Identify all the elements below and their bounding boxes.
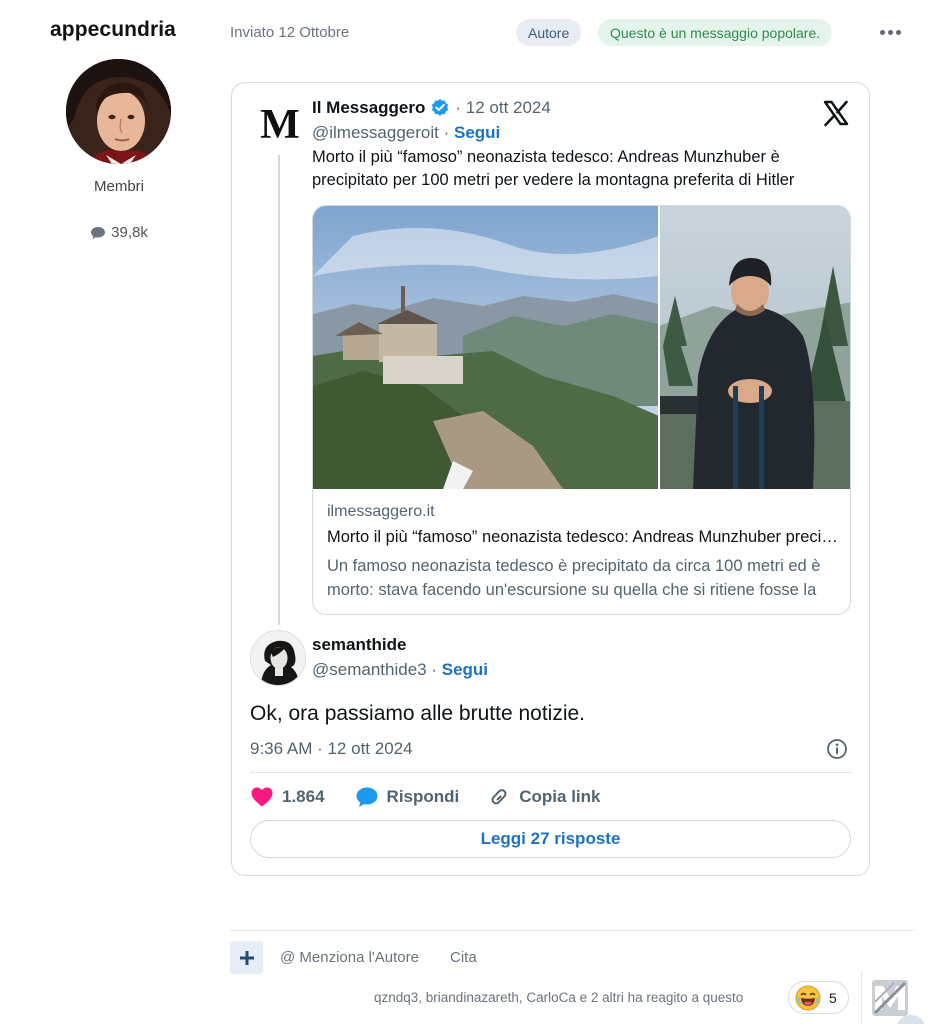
- scroll-top-button[interactable]: [896, 1015, 926, 1024]
- reply-handle-row: @semanthide3 · Segui: [312, 660, 488, 680]
- reply-timestamp[interactable]: 9:36 AM · 12 ott 2024: [250, 739, 413, 759]
- reply-follow-button[interactable]: Segui: [442, 660, 488, 679]
- info-icon[interactable]: [826, 738, 848, 760]
- reply-handle[interactable]: @semanthide3 ·: [312, 660, 437, 679]
- tweet-actions: 1.864 Rispondi Copia link: [250, 783, 629, 811]
- like-button[interactable]: 1.864: [250, 786, 325, 808]
- article-image[interactable]: [313, 206, 851, 489]
- copy-link-label: Copia link: [519, 787, 601, 806]
- tweet-handle-row: @ilmessaggeroit · Segui: [312, 123, 500, 143]
- read-replies-button[interactable]: Leggi 27 risposte: [250, 820, 851, 858]
- author-avatar[interactable]: [66, 59, 171, 164]
- member-group-label: Membri: [93, 178, 144, 195]
- popular-badge: Questo è un messaggio popolare.: [598, 19, 833, 46]
- messaggero-logo[interactable]: M: [260, 103, 300, 147]
- author-badge: Autore: [516, 19, 582, 46]
- tweet-header: Il Messaggero · 12 ott 2024: [312, 98, 551, 118]
- link-icon: [491, 789, 507, 805]
- post-count: 39,8k: [0, 224, 238, 241]
- author-portrait-image: [66, 59, 171, 164]
- reactions-summary[interactable]: qzndq3, briandinazareth, CarloCa e 2 alt…: [374, 990, 743, 1005]
- comment-icon: [91, 226, 106, 239]
- plus-icon: [239, 950, 254, 965]
- reaction-count-pill[interactable]: 5: [788, 981, 849, 1014]
- embedded-tweet: M Il Messaggero · 12 ott 2024 @ilmessagg…: [231, 82, 870, 876]
- reaction-trigger-icon[interactable]: [872, 980, 908, 1016]
- reply-label: Rispondi: [386, 787, 460, 806]
- reply-bubble-icon: [356, 787, 378, 807]
- link-title: Morto il più “famoso” neonazista tedesco…: [327, 528, 842, 546]
- tweet-text: Morto il più “famoso” neonazista tedesco…: [312, 148, 795, 189]
- quote-link[interactable]: Cita: [450, 949, 477, 966]
- footer-divider: [230, 930, 915, 931]
- reaction-count: 5: [829, 989, 837, 1006]
- author-name[interactable]: appecundria: [50, 18, 176, 42]
- link-preview-card[interactable]: ilmessaggero.it Morto il più “famoso” ne…: [312, 205, 851, 615]
- like-count: 1.864: [282, 787, 325, 806]
- copy-link-button[interactable]: Copia link: [487, 786, 601, 808]
- tweet-divider: [250, 772, 851, 773]
- laughing-face-icon: [795, 985, 821, 1010]
- reply-avatar-image: [251, 631, 305, 685]
- mention-author-link[interactable]: @ Menziona l'Autore: [280, 949, 419, 966]
- multiquote-plus-button[interactable]: [230, 941, 263, 974]
- more-options-icon[interactable]: [880, 25, 902, 39]
- link-domain: ilmessaggero.it: [327, 503, 435, 520]
- follow-button[interactable]: Segui: [454, 123, 500, 142]
- posted-date[interactable]: Inviato 12 Ottobre: [230, 24, 349, 41]
- x-logo-icon[interactable]: [822, 99, 850, 127]
- footer-vertical-divider: [861, 972, 862, 1024]
- post-count-value: 39,8k: [111, 224, 148, 241]
- tweet-handle[interactable]: @ilmessaggeroit ·: [312, 123, 449, 142]
- heart-icon: [251, 787, 273, 807]
- reply-avatar[interactable]: [250, 630, 306, 686]
- reply-author-name[interactable]: semanthide: [312, 635, 406, 655]
- thread-line: [278, 155, 280, 625]
- verified-badge-icon: [432, 99, 449, 116]
- tweet-date[interactable]: · 12 ott 2024: [455, 98, 550, 118]
- reply-text: Ok, ora passiamo alle brutte notizie.: [250, 702, 585, 725]
- link-description: Un famoso neonazista tedesco è precipita…: [327, 557, 821, 599]
- tweet-account-name[interactable]: Il Messaggero: [312, 98, 425, 118]
- reply-button[interactable]: Rispondi: [355, 786, 460, 808]
